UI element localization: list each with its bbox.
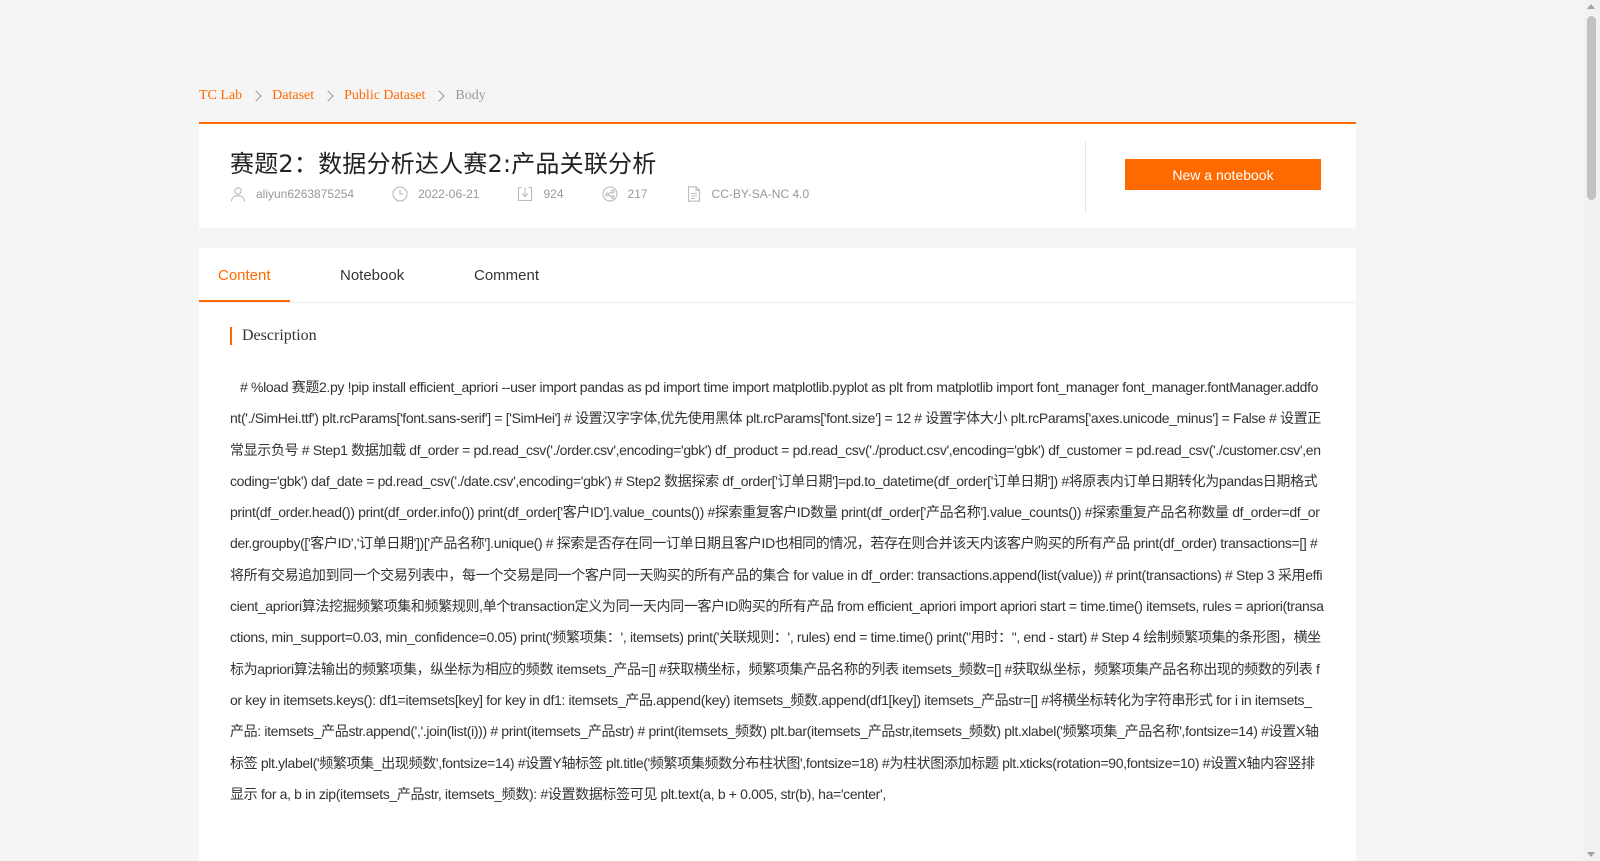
dataset-header-card: 赛题2：数据分析达人赛2:产品关联分析 aliyun6263875254 202…	[199, 122, 1356, 228]
tab-notebook[interactable]: Notebook	[340, 248, 404, 302]
meta-downloads: 924	[517, 186, 564, 202]
header-divider	[1085, 142, 1086, 212]
clock-icon	[392, 186, 408, 202]
user-icon	[230, 186, 246, 202]
vertical-scrollbar[interactable]	[1583, 0, 1600, 861]
scrollbar-thumb[interactable]	[1587, 16, 1596, 200]
share-icon	[601, 186, 618, 202]
author-name: aliyun6263875254	[256, 187, 355, 201]
breadcrumb-current: Body	[455, 88, 486, 103]
meta-author: aliyun6263875254	[230, 186, 354, 202]
document-icon	[686, 186, 702, 202]
meta-license: CC-BY-SA-NC 4.0	[686, 186, 810, 202]
meta-shares: 217	[601, 186, 648, 202]
chevron-right-icon	[250, 90, 262, 102]
chevron-right-icon	[322, 90, 334, 102]
breadcrumb-tc-lab[interactable]: TC Lab	[199, 88, 242, 104]
download-icon	[517, 186, 533, 202]
breadcrumb: TC Lab Dataset Public Dataset Body	[199, 86, 486, 106]
tab-comment[interactable]: Comment	[474, 248, 539, 302]
new-notebook-button[interactable]: New a notebook	[1125, 159, 1321, 190]
download-count: 924	[543, 187, 564, 201]
scroll-down-icon[interactable]	[1587, 852, 1595, 857]
scroll-up-icon[interactable]	[1587, 4, 1595, 9]
tab-bar: Content Notebook Comment	[199, 248, 1356, 303]
breadcrumb-dataset[interactable]: Dataset	[272, 88, 314, 104]
description-text: # %load 赛题2.py !pip install efficient_ap…	[230, 379, 1324, 802]
active-tab-indicator	[199, 300, 290, 302]
license-label: CC-BY-SA-NC 4.0	[711, 187, 810, 201]
publish-date: 2022-06-21	[418, 187, 480, 201]
meta-date: 2022-06-21	[392, 186, 479, 202]
dataset-meta: aliyun6263875254 2022-06-21 924 217 CC-B…	[230, 186, 847, 202]
tab-content[interactable]: Content	[218, 248, 271, 302]
share-count: 217	[627, 187, 648, 201]
breadcrumb-public-dataset[interactable]: Public Dataset	[344, 88, 425, 104]
description-heading: Description	[230, 327, 317, 345]
page-title: 赛题2：数据分析达人赛2:产品关联分析	[230, 150, 657, 178]
chevron-right-icon	[433, 90, 446, 102]
content-card: Content Notebook Comment Description # %…	[199, 248, 1356, 861]
